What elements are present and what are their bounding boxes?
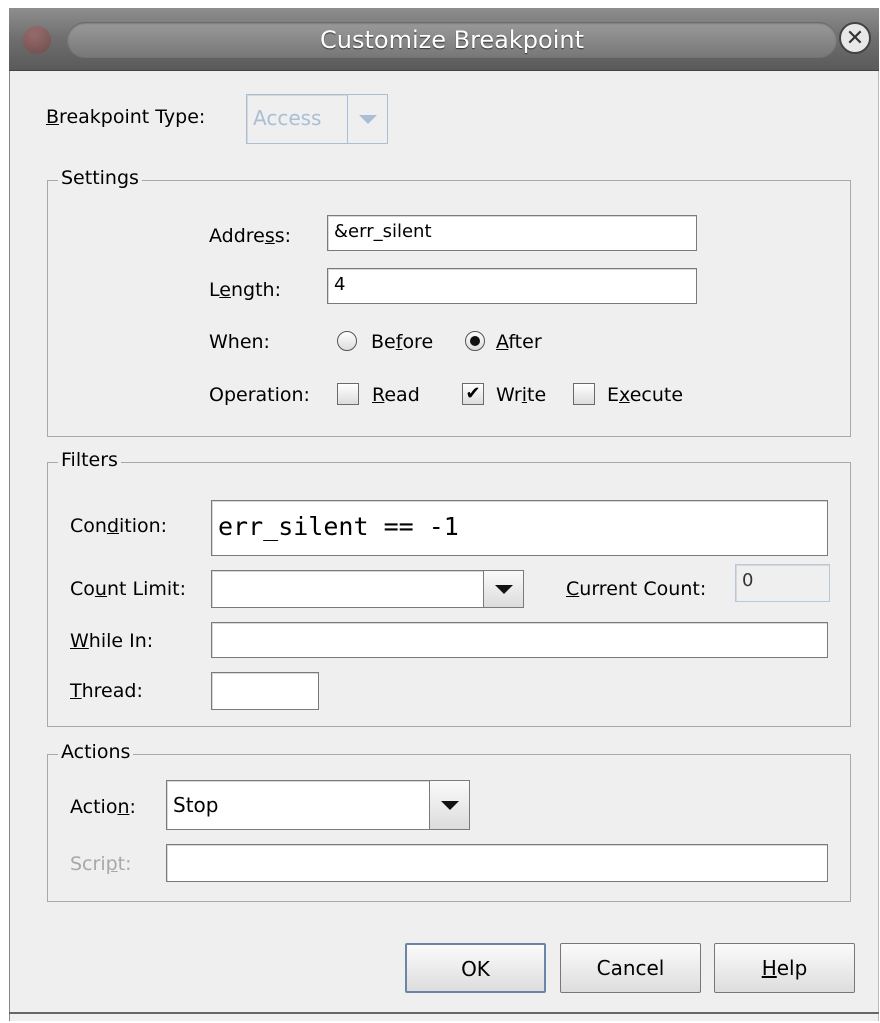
chevron-down-icon[interactable] [483,571,523,607]
label-rest: reakpoint Type: [59,106,206,128]
window-title: Customize Breakpoint [320,26,584,54]
help-button[interactable]: Help [714,943,855,993]
length-label: Length: [209,279,281,301]
window-bottom-edge [9,1012,879,1014]
actions-group-title: Actions [58,741,134,763]
window-icon [23,26,51,54]
ok-button[interactable]: OK [405,943,546,993]
read-checkbox-label: Read [372,384,420,406]
script-label: Script: [70,853,132,875]
while-in-label: While In: [70,630,154,652]
read-checkbox[interactable] [337,383,359,405]
close-icon[interactable]: ✕ [839,22,871,54]
mnemonic-b: B [46,106,60,128]
action-value: Stop [173,793,219,817]
action-label: Action: [70,796,136,818]
when-label: When: [209,331,270,353]
filters-group-title: Filters [58,449,121,471]
after-radio-label: After [496,331,542,353]
breakpoint-type-label: Breakpoint Type: [46,106,205,128]
cancel-button[interactable]: Cancel [560,943,701,993]
chevron-down-icon[interactable] [429,781,469,829]
breakpoint-type-value: Access [253,106,322,130]
title-pill: Customize Breakpoint [67,22,837,58]
breakpoint-type-combo[interactable]: Access [246,94,388,144]
chevron-down-icon[interactable] [347,95,387,143]
execute-checkbox-label: Execute [607,384,684,406]
settings-group-title: Settings [58,167,142,189]
action-combo[interactable]: Stop [166,780,470,830]
while-in-input[interactable] [211,622,828,658]
before-radio-label: Before [371,331,434,353]
script-input[interactable] [166,844,828,882]
write-checkbox-label: Write [496,384,547,406]
thread-label: Thread: [70,680,143,702]
after-radio[interactable] [465,331,485,351]
condition-input[interactable]: err_silent == -1 [211,500,828,556]
before-radio[interactable] [337,331,357,351]
length-input[interactable]: 4 [327,268,697,304]
current-count-label: Current Count: [566,578,707,600]
count-limit-combo[interactable] [211,570,524,608]
current-count-value: 0 [735,564,830,602]
condition-label: Condition: [70,515,168,537]
address-label: Address: [209,225,292,247]
thread-input[interactable] [211,672,319,710]
title-bar[interactable]: Customize Breakpoint ✕ [9,8,879,71]
address-input[interactable]: &err_silent [327,215,697,251]
execute-checkbox[interactable] [573,383,595,405]
count-limit-label: Count Limit: [70,578,186,600]
operation-label: Operation: [209,384,310,406]
write-checkbox[interactable]: ✔ [462,383,484,405]
